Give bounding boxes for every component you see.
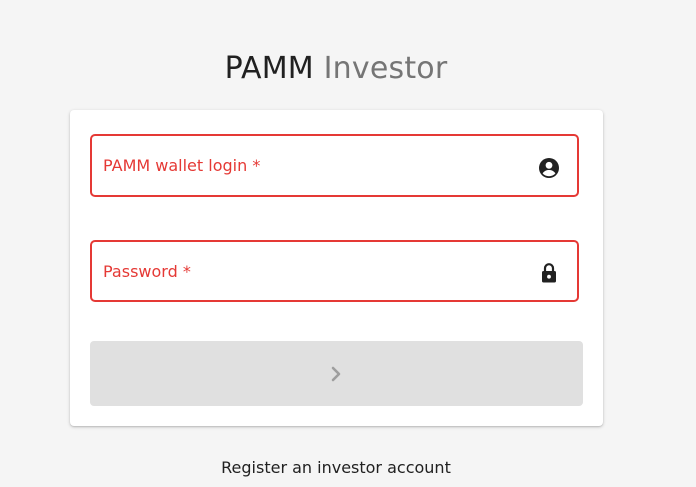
page-title-secondary: Investor bbox=[323, 51, 448, 86]
login-field[interactable]: PAMM wallet login * bbox=[90, 134, 579, 197]
password-field[interactable]: Password * bbox=[90, 240, 579, 302]
submit-button[interactable] bbox=[90, 341, 583, 406]
lock-icon bbox=[537, 261, 561, 285]
page-title: PAMM Investor bbox=[0, 49, 672, 89]
page-title-primary: PAMM bbox=[224, 51, 314, 86]
login-card: PAMM wallet login * Password * bbox=[70, 110, 603, 426]
password-field-placeholder: Password * bbox=[103, 262, 191, 281]
account-circle-icon bbox=[537, 156, 561, 180]
register-link[interactable]: Register an investor account bbox=[0, 457, 672, 479]
chevron-right-icon bbox=[323, 361, 349, 387]
login-field-placeholder: PAMM wallet login * bbox=[103, 156, 261, 175]
